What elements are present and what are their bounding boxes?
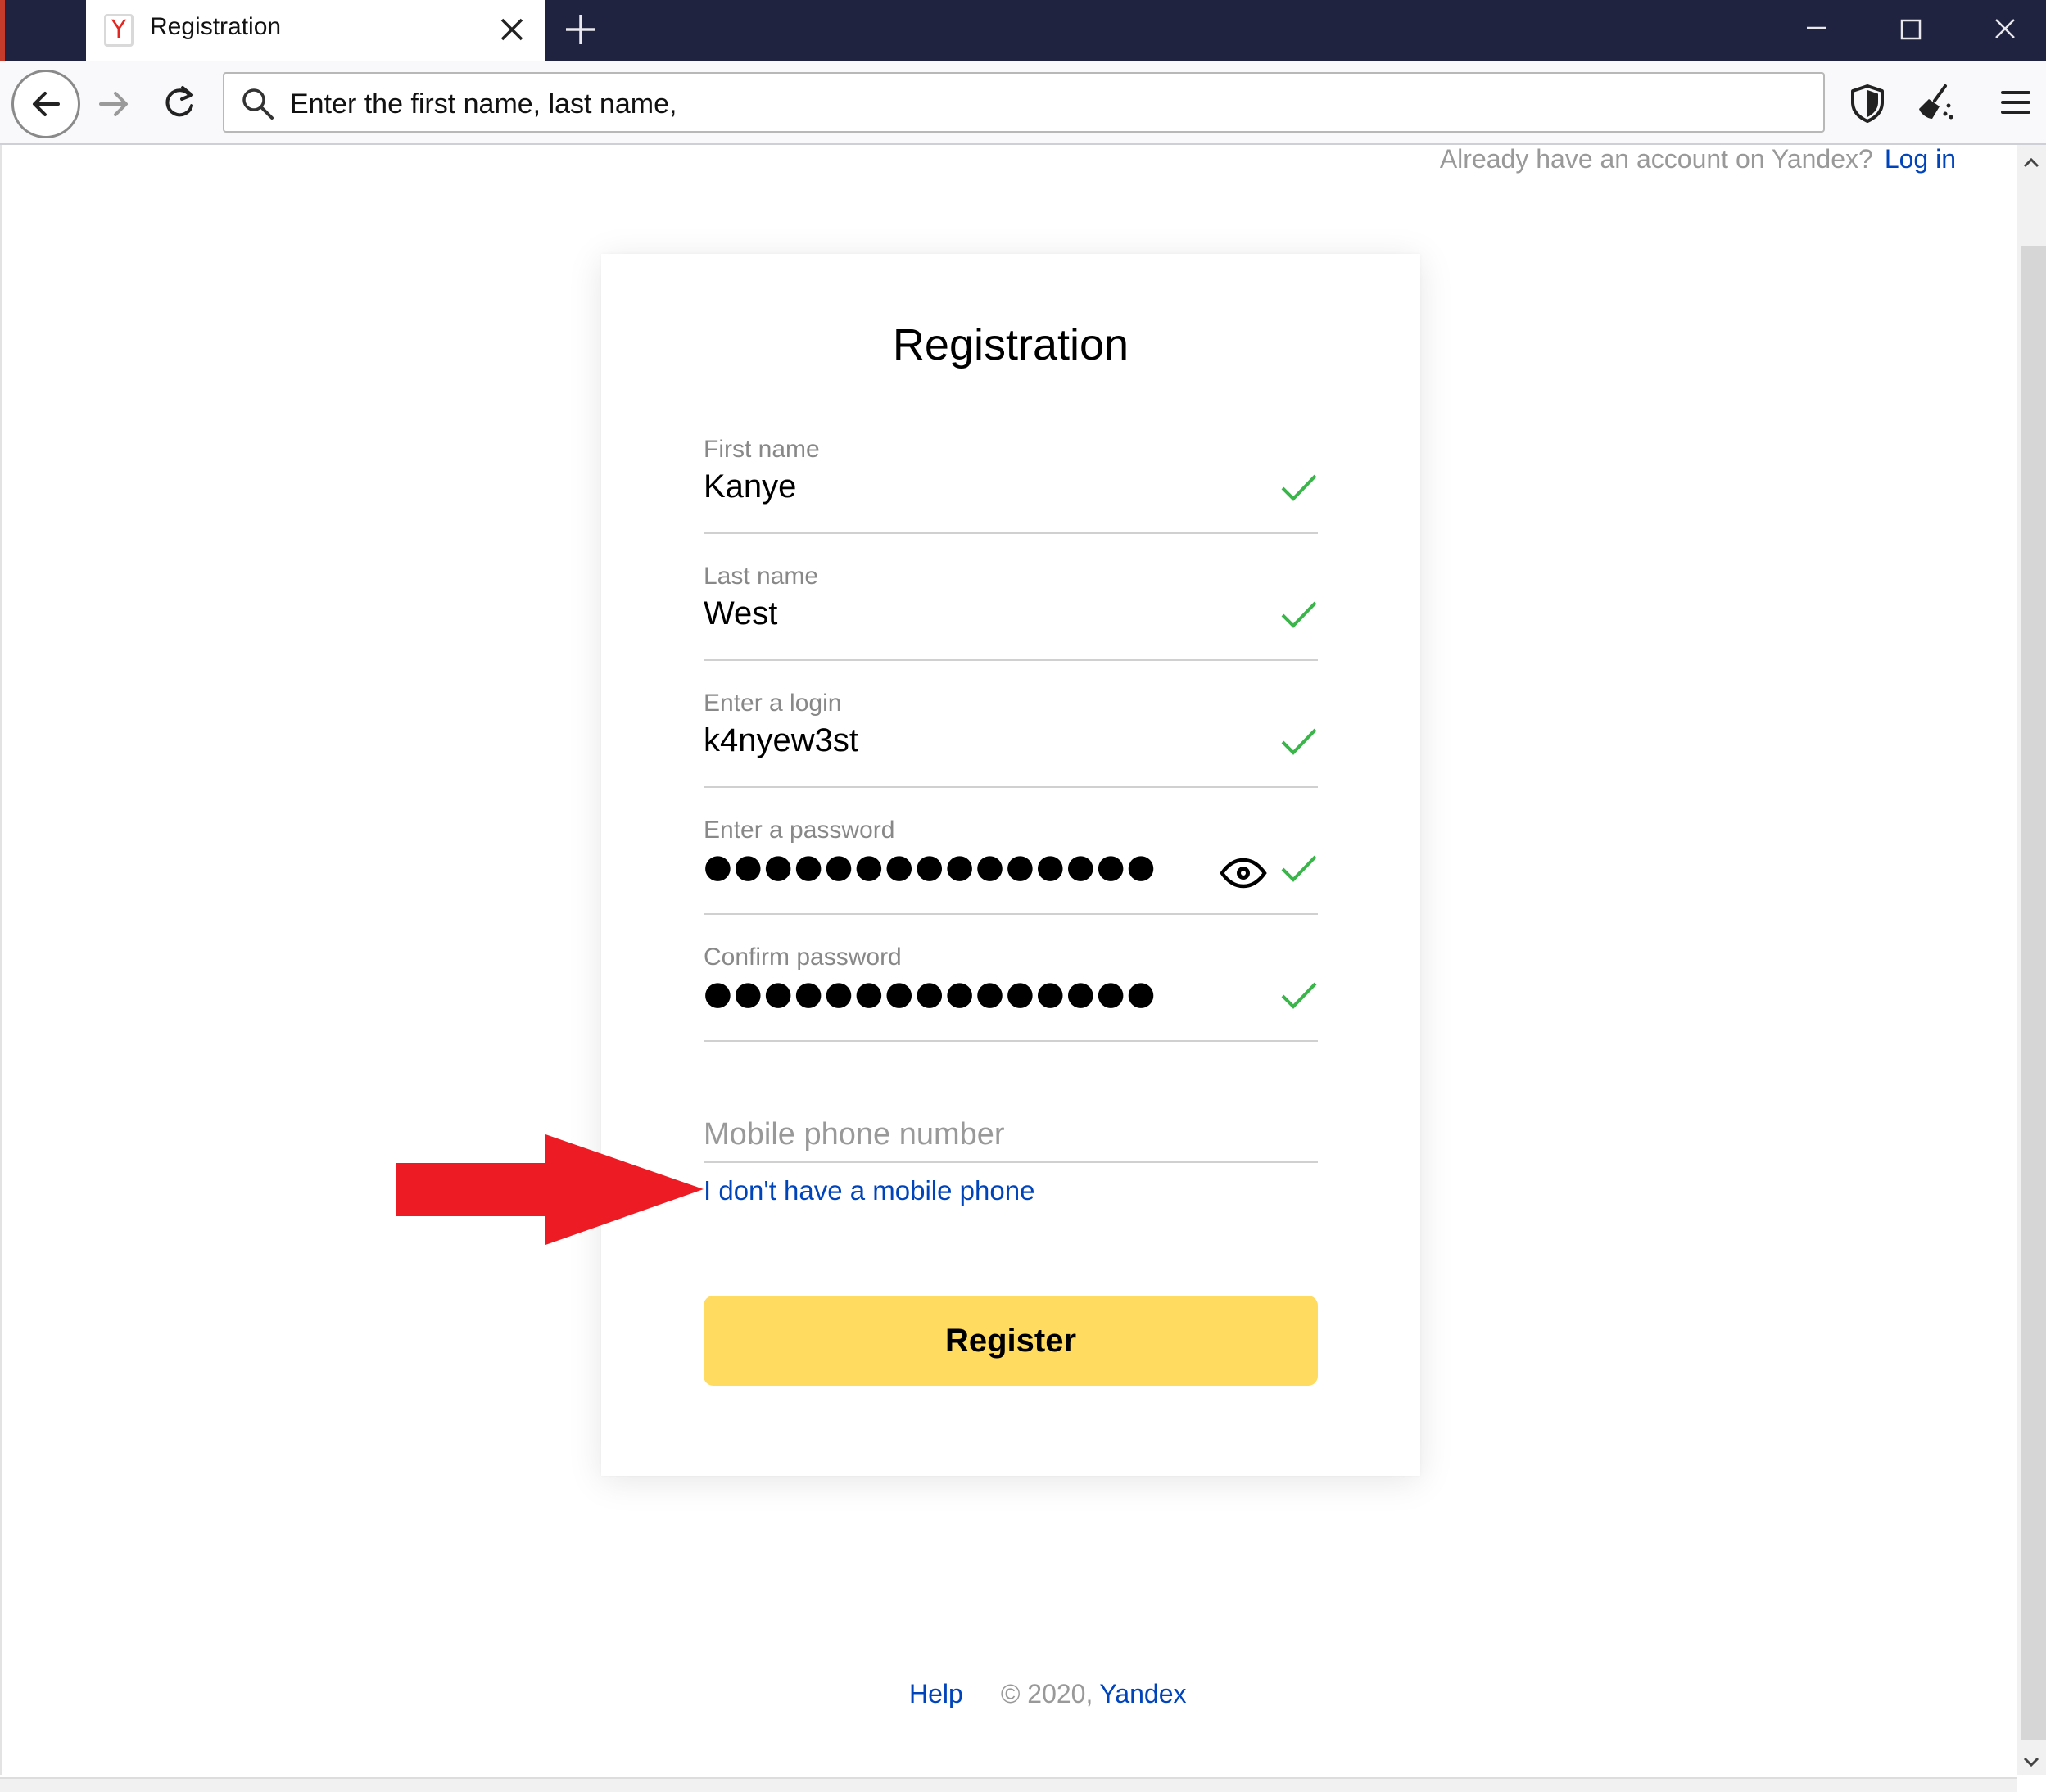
tab-bar: Y Registration xyxy=(0,0,2046,61)
reload-icon[interactable] xyxy=(158,81,201,124)
tab-close-icon[interactable] xyxy=(496,13,528,46)
help-link[interactable]: Help xyxy=(909,1679,963,1708)
footer: Help © 2020, Yandex xyxy=(909,1679,1187,1709)
yandex-link[interactable]: Yandex xyxy=(1099,1679,1186,1708)
check-icon xyxy=(1281,474,1317,501)
shield-icon[interactable] xyxy=(1847,82,1888,124)
last-name-field[interactable]: Last name West xyxy=(704,563,1318,661)
url-bar[interactable]: Enter the first name, last name, xyxy=(223,72,1825,133)
new-tab-plus-icon[interactable] xyxy=(561,10,600,49)
search-icon xyxy=(242,88,274,120)
check-icon xyxy=(1281,982,1317,1009)
left-edge xyxy=(0,145,2,1775)
minimize-icon[interactable] xyxy=(1792,10,1841,49)
back-button[interactable] xyxy=(11,70,80,138)
login-label: Enter a login xyxy=(704,690,842,717)
tabbar-edge xyxy=(0,0,5,61)
check-icon xyxy=(1281,601,1317,628)
password-value[interactable]: ●●●●●●●●●●●●●●● xyxy=(704,848,1157,885)
registration-card: Registration First name Kanye Last name … xyxy=(601,254,1420,1476)
yandex-favicon-icon: Y xyxy=(104,14,134,47)
confirm-password-value[interactable]: ●●●●●●●●●●●●●●● xyxy=(704,975,1157,1012)
scroll-up-icon[interactable] xyxy=(2020,152,2043,174)
log-in-link[interactable]: Log in xyxy=(1885,144,1956,174)
confirm-password-field[interactable]: Confirm password ●●●●●●●●●●●●●●● xyxy=(704,944,1318,1042)
window-close-icon[interactable] xyxy=(1980,10,2030,49)
copyright-text: © 2020, xyxy=(1000,1679,1093,1708)
scroll-down-icon[interactable] xyxy=(2020,1750,2043,1773)
tab-title: Registration xyxy=(150,13,282,40)
already-have-account: Already have an account on Yandex? Log in xyxy=(1440,144,1956,174)
maximize-icon[interactable] xyxy=(1886,10,1935,49)
check-icon xyxy=(1281,855,1317,882)
hamburger-menu-icon[interactable] xyxy=(1996,83,2035,122)
url-text: Enter the first name, last name, xyxy=(290,88,677,120)
login-field[interactable]: Enter a login k4nyew3st xyxy=(704,690,1318,788)
register-button[interactable]: Register xyxy=(704,1296,1318,1386)
login-value[interactable]: k4nyew3st xyxy=(704,722,858,759)
mobile-phone-field[interactable]: Mobile phone number xyxy=(704,1097,1318,1163)
eye-icon[interactable] xyxy=(1220,858,1267,889)
scrollbar-thumb[interactable] xyxy=(2021,246,2046,1740)
first-name-label: First name xyxy=(704,436,820,463)
last-name-value[interactable]: West xyxy=(704,595,777,632)
password-label: Enter a password xyxy=(704,817,895,844)
no-mobile-phone-link[interactable]: I don't have a mobile phone xyxy=(704,1175,1034,1206)
forward-arrow-icon[interactable] xyxy=(93,83,135,125)
already-text: Already have an account on Yandex? xyxy=(1439,144,1873,174)
check-icon xyxy=(1281,728,1317,755)
broom-icon[interactable] xyxy=(1912,81,1957,125)
confirm-password-label: Confirm password xyxy=(704,944,902,971)
navigation-bar: Enter the first name, last name, xyxy=(0,61,2046,145)
horizontal-scrollbar[interactable] xyxy=(0,1777,2017,1792)
last-name-label: Last name xyxy=(704,563,819,590)
form-title: Registration xyxy=(892,320,1129,369)
back-arrow-icon xyxy=(33,92,60,116)
first-name-value[interactable]: Kanye xyxy=(704,468,796,505)
password-field[interactable]: Enter a password ●●●●●●●●●●●●●●● xyxy=(704,817,1318,915)
mobile-phone-placeholder: Mobile phone number xyxy=(704,1117,1005,1152)
first-name-field[interactable]: First name Kanye xyxy=(704,436,1318,534)
browser-tab[interactable]: Y Registration xyxy=(86,0,545,61)
red-arrow-pointer xyxy=(396,1134,704,1245)
